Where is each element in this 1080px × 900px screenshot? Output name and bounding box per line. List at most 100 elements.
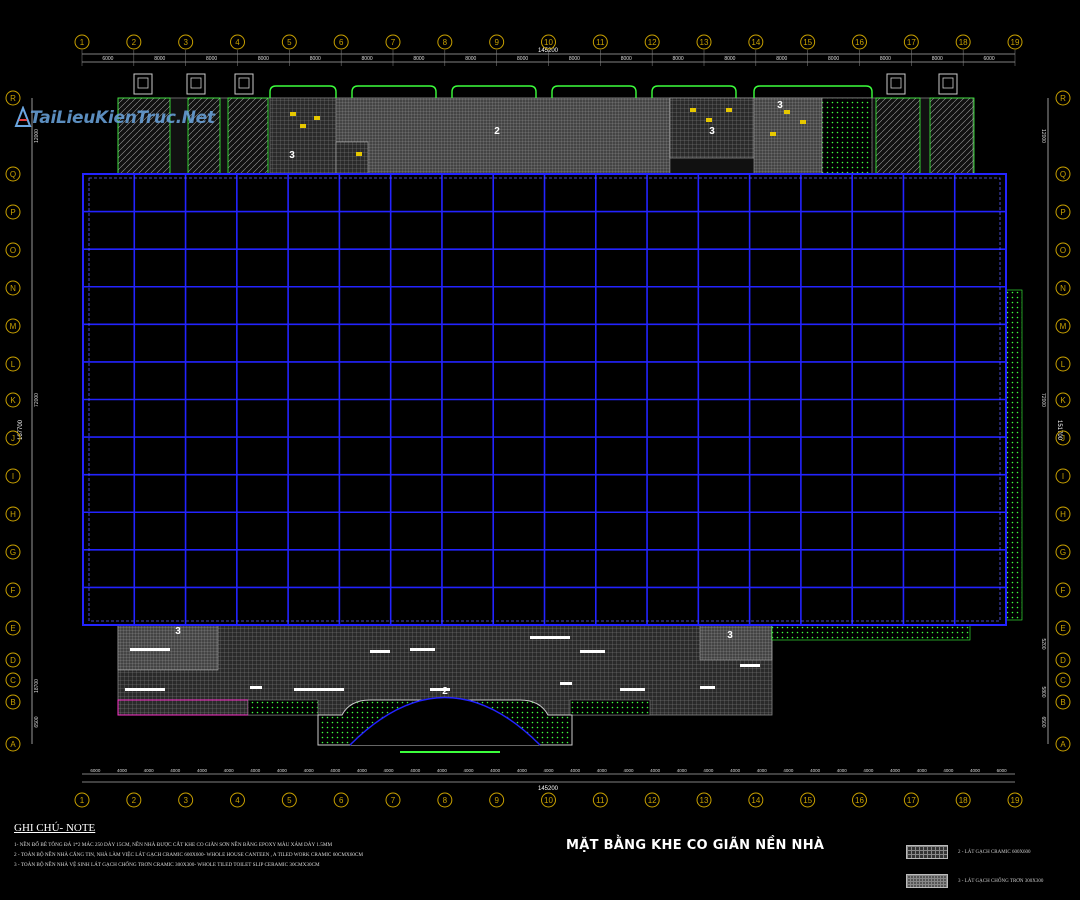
zone-label: 3 [175,626,181,637]
dim-segment-right: 5800 [1040,686,1046,697]
dim-bay-top: 8000 [724,56,735,62]
axis-bubble-left-label: J [11,434,15,443]
axis-bubble-top-label: 9 [494,38,499,47]
fixture-mark [706,118,712,122]
tiled-room [335,141,369,175]
axis-bubble-right-label: G [1060,548,1066,557]
axis-bubble-right-label: F [1061,586,1066,595]
dim-bay-top: 6000 [102,56,113,62]
axis-bubble-top-label: 15 [803,38,812,47]
stair-head [186,73,206,95]
dim-bay-top: 8000 [932,56,943,62]
dim-bay-top: 8000 [362,56,373,62]
furniture-bar [580,650,605,653]
legend-item: 2 - LÁT GẠCH CRAMIC 600X600 [906,842,1076,862]
dim-bay-bottom: 4000 [517,768,528,773]
legend-item: 3 - LÁT GẠCH CHỐNG TRƠN 300X300 [906,871,1076,891]
axis-bubble-bottom-label: 19 [1011,796,1020,805]
axis-bubble-right-label: A [1060,740,1066,749]
dim-bay-top: 8000 [828,56,839,62]
furniture-bar [740,664,760,667]
axis-bubble-right-label: J [1061,434,1065,443]
axis-bubble-bottom-label: 18 [959,796,968,805]
zone-label: 3 [727,630,733,641]
axis-bubble-right-label: C [1060,676,1066,685]
dim-bay-bottom: 4000 [890,768,901,773]
dim-bay-bottom: 4000 [863,768,874,773]
dim-bay-bottom: 4000 [437,768,448,773]
dim-segment-right: 5200 [1040,638,1046,649]
dim-bay-bottom: 4000 [757,768,768,773]
zone-label: 2 [494,126,500,137]
note-line-1: 1- NỀN ĐỔ BÊ TÔNG ĐÁ 1*2 MÁC 250 DÀY 15C… [14,842,333,848]
dim-bay-bottom: 4000 [543,768,554,773]
axis-bubble-top-label: 19 [1011,38,1020,47]
axis-bubble-right-label: I [1062,472,1064,481]
legend-label: 3 - LÁT GẠCH CHỐNG TRƠN 300X300 [958,878,1044,884]
planter [247,699,319,716]
dim-overall-left: 167700 [18,419,24,440]
axis-bubble-top-label: 10 [544,38,553,47]
axis-bubble-bottom-label: 7 [391,796,396,805]
dim-segment-right: 12000 [1040,129,1046,143]
axis-bubble-right-label: K [1060,396,1066,405]
axis-bubble-left-label: A [10,740,16,749]
fixture-mark [770,132,776,136]
dim-bay-bottom: 4000 [277,768,288,773]
axis-bubble-bottom-label: 11 [596,796,605,805]
fixture-mark [314,116,320,120]
dim-bay-top: 8000 [310,56,321,62]
dim-segment-right: 72000 [1040,393,1046,407]
stair-head-inner [137,77,149,89]
axis-bubble-left-label: D [10,656,16,665]
gravel-area [821,97,873,175]
notes-title: GHI CHÚ- NOTE [14,822,96,834]
axis-bubble-left-label: M [10,322,17,331]
axis-bubble-left-label: I [12,472,14,481]
canopy-outline [351,85,437,98]
axis-bubble-top-label: 3 [183,38,188,47]
furniture-bar [530,636,570,639]
fixture-mark [690,108,696,112]
axis-bubble-bottom-label: 5 [287,796,292,805]
dim-bay-bottom: 4000 [330,768,341,773]
axis-bubble-bottom-label: 2 [132,796,137,805]
dim-bay-bottom: 4000 [677,768,688,773]
axis-bubble-top-label: 4 [235,38,240,47]
axis-bubble-top-label: 8 [443,38,448,47]
axis-bubble-right-label: M [1060,322,1067,331]
axis-bubble-top-label: 1 [80,38,85,47]
dim-bay-bottom: 4000 [224,768,235,773]
axis-bubble-bottom-label: 14 [751,796,760,805]
axis-bubble-left-label: K [10,396,16,405]
axis-bubble-left-label: C [10,676,16,685]
axis-bubble-left-label: G [10,548,16,557]
axis-bubble-top-label: 18 [959,38,968,47]
furniture-bar [700,686,715,689]
axis-bubble-right-label: N [1060,284,1066,293]
axis-bubble-right-label: D [1060,656,1066,665]
canopy-outline [269,85,337,98]
fixture-mark [726,108,732,112]
axis-bubble-left-label: Q [10,170,16,179]
axis-bubble-left-label: R [10,94,16,103]
dim-bay-bottom: 6000 [90,768,101,773]
legend: 2 - LÁT GẠCH CRAMIC 600X600 3 - LÁT GẠCH… [906,842,1076,900]
planter [569,699,651,716]
dim-bay-bottom: 4000 [250,768,261,773]
note-line-2: 2 - TOÀN BỘ NỀN NHÀ CĂNG TIN, NHÀ LÀM VI… [14,852,363,858]
axis-bubble-right-label: E [1060,624,1065,633]
canopy-outline [451,85,537,98]
dim-bay-bottom: 4000 [783,768,794,773]
dim-segment-left: 18700 [34,679,40,693]
fixture-mark [356,152,362,156]
axis-bubble-right-label: O [1060,246,1066,255]
tiled-room [117,624,219,671]
dim-bay-top: 8000 [154,56,165,62]
dim-bay-bottom: 4000 [703,768,714,773]
axis-bubble-right-label: Q [1060,170,1066,179]
plan-title: MẶT BẰNG KHE CO GIÃN NỀN NHÀ [566,838,825,853]
axis-bubble-bottom-label: 13 [700,796,709,805]
canopy-outline [753,85,873,98]
axis-bubble-top-label: 7 [391,38,396,47]
